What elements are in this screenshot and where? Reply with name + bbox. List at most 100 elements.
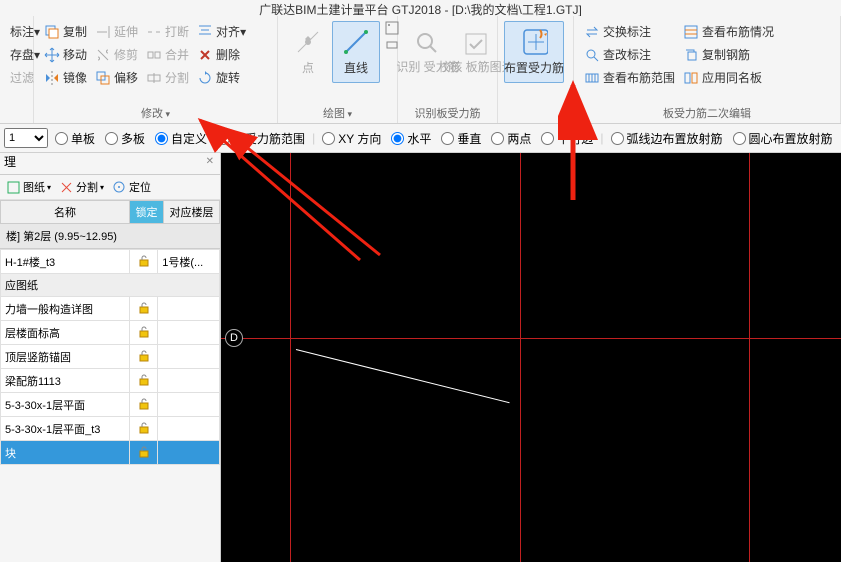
split-button[interactable]: 分割 (142, 67, 193, 88)
lock-icon[interactable] (137, 444, 151, 458)
align-button[interactable]: 对齐▾ (193, 21, 250, 42)
side-toolbar: 图纸 分割 定位 (0, 175, 220, 200)
radio-multi[interactable]: 多板 (105, 130, 145, 147)
edit-group-label: 板受力筋二次编辑 (580, 103, 834, 123)
check-icon (462, 30, 490, 58)
close-panel-icon[interactable]: ✕ (206, 156, 214, 167)
drawing-table: 名称 锁定 对应楼层 (0, 200, 220, 224)
radio-custom[interactable]: 自定义 (155, 130, 207, 147)
place-rebar-button[interactable]: 布置受力筋 (504, 21, 564, 83)
ribbon: 标注▾ 存盘▾ 过滤 复制 移动 镜像 延伸 修剪 偏移 打断 合并 分割 (0, 16, 841, 124)
check-rebar-button[interactable]: 校核 板筋图元 (452, 21, 500, 83)
copy-rebar-button[interactable]: 复制钢筋 (679, 44, 778, 65)
mirror-button[interactable]: 镜像 (40, 67, 91, 88)
rows-table: H-1#楼_t31号楼(...应图纸力墙一般构造详图层楼面标高顶层竖筋锚固梁配筋… (0, 249, 220, 465)
radio-xy[interactable]: XY 方向 (322, 130, 381, 147)
radio-edge[interactable]: 平行边 (541, 130, 593, 147)
status-icon (683, 24, 699, 40)
draw-group-label[interactable]: 绘图 (323, 108, 352, 120)
option-bar: 1 单板 多板 自定义 按受力筋范围 | XY 方向 水平 垂直 两点 平行边 … (0, 124, 841, 153)
radio-hor[interactable]: 水平 (391, 130, 431, 147)
table-row[interactable]: 5-3-30x-1层平面_t3 (1, 417, 220, 441)
search-icon (584, 47, 600, 63)
break-button[interactable]: 打断 (142, 21, 193, 42)
view-rebar-range-button[interactable]: 查看布筋范围 (580, 67, 679, 88)
offset-button[interactable]: 偏移 (91, 67, 142, 88)
merge-icon (146, 47, 162, 63)
rotate-icon (197, 70, 213, 86)
col-lock[interactable]: 锁定 (130, 201, 164, 224)
main: 理 ✕ 图纸 分割 定位 名称 锁定 对应楼层 楼] 第2层 (9.95~12.… (0, 153, 841, 562)
lock-icon[interactable] (137, 396, 151, 410)
radio-arc[interactable]: 弧线边布置放射筋 (611, 130, 723, 147)
radio-single[interactable]: 单板 (55, 130, 95, 147)
place-rebar-icon (520, 28, 548, 56)
drawing-icon (6, 180, 21, 195)
radio-byforce[interactable]: 按受力筋范围 (217, 130, 305, 147)
radio-circ[interactable]: 圆心布置放射筋 (733, 130, 833, 147)
table-row[interactable]: 应图纸 (1, 274, 220, 297)
table-row[interactable]: 梁配筋1113 (1, 369, 220, 393)
table-row[interactable]: 5-3-30x-1层平面 (1, 393, 220, 417)
scissors-icon (59, 180, 74, 195)
break-icon (146, 24, 162, 40)
search-rebar-icon (414, 30, 442, 58)
locate-icon (112, 180, 127, 195)
layer-row[interactable]: 楼] 第2层 (9.95~12.95) (0, 224, 220, 249)
side-tab: 理 (0, 155, 16, 169)
swap-anno-button[interactable]: 交换标注 (580, 21, 679, 42)
copy-icon (44, 24, 60, 40)
table-row[interactable]: 顶层竖筋锚固 (1, 345, 220, 369)
move-button[interactable]: 移动 (40, 44, 91, 65)
drawing-button[interactable]: 图纸 (6, 179, 51, 195)
title-text: 广联达BIM土建计量平台 GTJ2018 - [D:\我的文档\工程1.GTJ] (259, 3, 582, 17)
trim-icon (95, 47, 111, 63)
offset-icon (95, 70, 111, 86)
apply-icon (683, 70, 699, 86)
split-icon (146, 70, 162, 86)
merge-button[interactable]: 合并 (142, 44, 193, 65)
modify-group-label[interactable]: 修改 (141, 108, 170, 120)
move-icon (44, 47, 60, 63)
lock-icon[interactable] (137, 324, 151, 338)
lock-icon[interactable] (137, 372, 151, 386)
copy-rebar-icon (683, 47, 699, 63)
col-floor[interactable]: 对应楼层 (164, 201, 220, 224)
locate-button[interactable]: 定位 (112, 179, 151, 195)
check-mod-anno-button[interactable]: 查改标注 (580, 44, 679, 65)
view-rebar-status-button[interactable]: 查看布筋情况 (679, 21, 778, 42)
mirror-icon (44, 70, 60, 86)
point-button[interactable]: 点 (284, 21, 332, 83)
line-button[interactable]: 直线 (332, 21, 380, 83)
swap-icon (584, 24, 600, 40)
point-icon (294, 28, 322, 56)
delete-icon (197, 47, 213, 63)
radio-two[interactable]: 两点 (491, 130, 531, 147)
recog-group-label: 识别板受力筋 (404, 103, 491, 123)
delete-button[interactable]: 删除 (193, 44, 250, 65)
lock-icon[interactable] (137, 420, 151, 434)
radio-ver[interactable]: 垂直 (441, 130, 481, 147)
side-header: 理 ✕ (0, 153, 220, 175)
copy-button[interactable]: 复制 (40, 21, 91, 42)
canvas[interactable]: D (221, 153, 841, 562)
layer-select[interactable]: 1 (4, 128, 48, 148)
side-panel: 理 ✕ 图纸 分割 定位 名称 锁定 对应楼层 楼] 第2层 (9.95~12.… (0, 153, 221, 562)
apply-same-slab-button[interactable]: 应用同名板 (679, 67, 778, 88)
lock-icon[interactable] (137, 253, 151, 267)
table-row[interactable]: 块 (1, 441, 220, 465)
axis-d: D (225, 329, 243, 347)
lock-icon[interactable] (137, 300, 151, 314)
extend-button[interactable]: 延伸 (91, 21, 142, 42)
lock-icon[interactable] (137, 348, 151, 362)
table-row[interactable]: 层楼面标高 (1, 321, 220, 345)
table-row[interactable]: 力墙一般构造详图 (1, 297, 220, 321)
col-name[interactable]: 名称 (1, 201, 130, 224)
line-icon (342, 28, 370, 56)
rotate-button[interactable]: 旋转 (193, 67, 250, 88)
range-icon (584, 70, 600, 86)
trim-button[interactable]: 修剪 (91, 44, 142, 65)
split-button[interactable]: 分割 (59, 179, 104, 195)
table-row[interactable]: H-1#楼_t31号楼(... (1, 250, 220, 274)
extend-icon (95, 24, 111, 40)
